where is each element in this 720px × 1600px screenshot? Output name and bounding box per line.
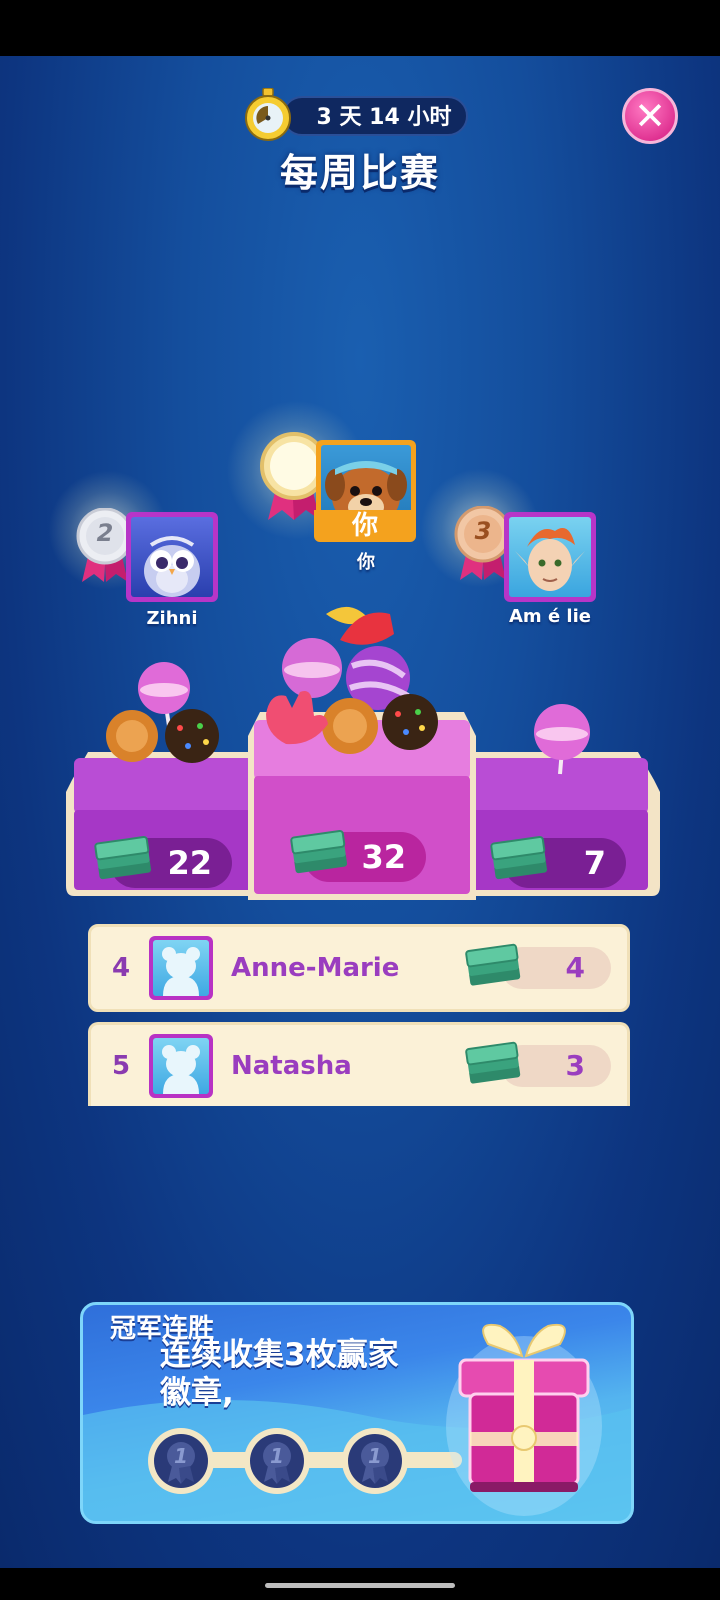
podium-score-2-value: 22 [167, 844, 212, 882]
timer-text: 3 天 14 小时 [316, 105, 452, 130]
avatar-placeholder [149, 936, 213, 1000]
candy-pile [106, 606, 590, 775]
bear-silhouette-icon [162, 1045, 200, 1094]
rank-number: 4 [111, 953, 131, 983]
owl-icon [144, 536, 200, 597]
row-score-value: 4 [565, 951, 585, 984]
silver-medal-number: 2 [96, 519, 114, 547]
row-score-value: 3 [565, 1049, 585, 1082]
badge-connector [182, 1452, 462, 1468]
leaderboard-row[interactable]: 4 Anne-Marie 4 [88, 924, 630, 1012]
streak-description: 连续收集3枚赢家徽章, [160, 1337, 399, 1411]
avatar-zihni [126, 512, 218, 602]
bear-silhouette-icon [162, 947, 200, 996]
podium-score-3-value: 7 [583, 844, 606, 882]
player-name-you: 你 [357, 552, 375, 573]
card-stack-icon [290, 830, 348, 874]
card-stack-icon [490, 836, 548, 880]
player-name: Anne-Marie [231, 953, 400, 983]
podium-score-1-value: 32 [361, 838, 406, 876]
card-stack-icon [94, 836, 152, 880]
bronze-medal-number: 3 [474, 517, 492, 545]
card-stack-icon [465, 943, 521, 986]
elf-boy-icon [515, 528, 585, 591]
home-indicator[interactable] [265, 1583, 455, 1588]
avatar-placeholder [149, 1034, 213, 1098]
close-icon: ✕ [634, 94, 666, 138]
rank-number: 5 [111, 1051, 131, 1081]
badge-number: 1 [174, 1444, 188, 1468]
status-bar [0, 0, 720, 56]
gift-box-icon [446, 1323, 602, 1516]
you-badge: 你 [314, 510, 416, 542]
page-title: 每周比赛 [279, 151, 440, 195]
avatar-amelie [504, 512, 596, 602]
close-button[interactable]: ✕ [622, 88, 678, 144]
badge-number: 1 [270, 1444, 284, 1468]
card-stack-icon [465, 1041, 521, 1084]
leaderboard-row[interactable]: 5 Natasha 3 [88, 1022, 630, 1106]
timer-pill: 3 天 14 小时 [282, 96, 468, 136]
player-name: Natasha [231, 1051, 352, 1081]
stopwatch-icon [243, 87, 293, 142]
badge-number: 1 [368, 1444, 382, 1468]
you-badge-label: 你 [351, 511, 378, 541]
